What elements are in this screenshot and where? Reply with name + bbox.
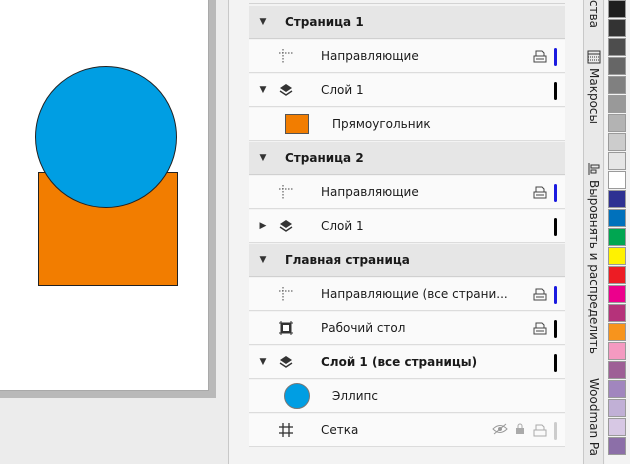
- palette-swatch[interactable]: [608, 38, 626, 56]
- expand-toggle[interactable]: ▶: [257, 221, 269, 231]
- tab-properties[interactable]: ства: [584, 0, 604, 38]
- rectangle-thumbnail: [285, 114, 309, 134]
- printer-icon[interactable]: [532, 50, 548, 64]
- palette-swatch[interactable]: [608, 304, 626, 322]
- palette-swatch[interactable]: [608, 190, 626, 208]
- palette-swatch[interactable]: [608, 437, 626, 455]
- docker-tabs: ства Макросы Выровнять и распределить Wo…: [583, 0, 604, 464]
- palette-swatch[interactable]: [608, 133, 626, 151]
- drawing-page[interactable]: [0, 0, 209, 391]
- tab-label: ства: [587, 0, 601, 29]
- row-label: Главная страница: [285, 253, 410, 267]
- tree-row-layer-1[interactable]: ▶ Слой 1: [249, 210, 565, 243]
- layer-color-bar[interactable]: [554, 217, 557, 236]
- desktop-icon: [277, 319, 295, 337]
- expand-toggle[interactable]: ▼: [257, 17, 269, 27]
- palette-swatch[interactable]: [608, 342, 626, 360]
- layers-icon: [277, 81, 295, 99]
- palette-swatch[interactable]: [608, 76, 626, 94]
- guides-icon: [277, 47, 295, 65]
- row-label: Слой 1: [321, 83, 364, 97]
- tab-label: Макросы: [587, 68, 601, 124]
- layer-color-bar[interactable]: [554, 319, 557, 338]
- tab-woodman[interactable]: Woodman Pa: [584, 378, 604, 464]
- palette-swatch[interactable]: [608, 95, 626, 113]
- expand-toggle[interactable]: ▼: [257, 357, 269, 367]
- row-label: Рабочий стол: [321, 321, 406, 335]
- align-icon: [587, 162, 601, 176]
- palette-swatch[interactable]: [608, 399, 626, 417]
- object-manager-panel: ▼ Страница 1 Направляющие ▼ Слой 1 Прямо…: [229, 0, 583, 464]
- palette-swatch[interactable]: [608, 266, 626, 284]
- tree-row-ellipse[interactable]: Эллипс: [249, 380, 565, 413]
- layer-color-bar[interactable]: [554, 421, 557, 440]
- palette-swatch[interactable]: [608, 247, 626, 265]
- drawing-canvas[interactable]: [0, 0, 228, 464]
- expand-toggle[interactable]: ▼: [257, 255, 269, 265]
- tab-macros[interactable]: Макросы: [584, 50, 604, 160]
- palette-swatch[interactable]: [608, 152, 626, 170]
- row-label: Сетка: [321, 423, 359, 437]
- palette-swatch[interactable]: [608, 57, 626, 75]
- tree-row-guides[interactable]: Направляющие: [249, 176, 565, 209]
- tab-label: Woodman Pa: [587, 378, 601, 456]
- row-label: Направляющие: [321, 185, 419, 199]
- palette-swatch[interactable]: [608, 209, 626, 227]
- layer-color-bar[interactable]: [554, 183, 557, 202]
- color-palette: [605, 0, 630, 464]
- tab-label: Выровнять и распределить: [587, 180, 601, 354]
- row-label: Направляющие (все страни...: [321, 287, 508, 301]
- tree-row-guides-all-pages[interactable]: Направляющие (все страни...: [249, 278, 565, 311]
- tree-row-layer-all-pages[interactable]: ▼ Слой 1 (все страницы): [249, 346, 565, 379]
- tree-row-master-page[interactable]: ▼ Главная страница: [249, 244, 565, 277]
- printer-icon[interactable]: [532, 288, 548, 302]
- guides-icon: [277, 285, 295, 303]
- palette-swatch[interactable]: [608, 228, 626, 246]
- layer-color-bar[interactable]: [554, 285, 557, 304]
- row-label: Прямоугольник: [332, 117, 431, 131]
- palette-swatch[interactable]: [608, 19, 626, 37]
- tree-row-page-2[interactable]: ▼ Страница 2: [249, 142, 565, 175]
- panel-scrollbar[interactable]: [569, 0, 581, 464]
- tree-row-grid[interactable]: Сетка: [249, 414, 565, 447]
- palette-swatch[interactable]: [608, 380, 626, 398]
- lock-icon[interactable]: [514, 423, 526, 438]
- palette-swatch[interactable]: [608, 361, 626, 379]
- macros-icon: [587, 50, 601, 64]
- palette-swatch[interactable]: [608, 418, 626, 436]
- ellipse-shape[interactable]: [35, 66, 177, 208]
- tree-row-guides[interactable]: Направляющие: [249, 40, 565, 73]
- guides-icon: [277, 183, 295, 201]
- row-label: Слой 1 (все страницы): [321, 355, 478, 369]
- tree-row-layer-1[interactable]: ▼ Слой 1: [249, 74, 565, 107]
- tree-row-page-1[interactable]: ▼ Страница 1: [249, 6, 565, 39]
- row-label: Эллипс: [332, 389, 378, 403]
- tree-row-rectangle[interactable]: Прямоугольник: [249, 108, 565, 141]
- printer-icon[interactable]: [532, 424, 548, 438]
- tab-align-distribute[interactable]: Выровнять и распределить: [584, 162, 604, 372]
- printer-icon[interactable]: [532, 186, 548, 200]
- palette-swatch[interactable]: [608, 114, 626, 132]
- palette-swatch[interactable]: [608, 171, 626, 189]
- layer-color-bar[interactable]: [554, 353, 557, 372]
- row-label: Страница 1: [285, 15, 364, 29]
- layers-icon: [277, 353, 295, 371]
- layer-color-bar[interactable]: [554, 81, 557, 100]
- palette-swatch[interactable]: [608, 0, 626, 18]
- palette-swatch[interactable]: [608, 323, 626, 341]
- row-label: Страница 2: [285, 151, 364, 165]
- row-label: Направляющие: [321, 49, 419, 63]
- tree-row-desktop[interactable]: Рабочий стол: [249, 312, 565, 345]
- grid-icon: [277, 421, 295, 439]
- layer-color-bar[interactable]: [554, 47, 557, 66]
- palette-swatch[interactable]: [608, 285, 626, 303]
- eye-hidden-icon[interactable]: [492, 423, 508, 438]
- row-label: Слой 1: [321, 219, 364, 233]
- expand-toggle[interactable]: ▼: [257, 85, 269, 95]
- layers-icon: [277, 217, 295, 235]
- ellipse-thumbnail: [284, 383, 310, 409]
- object-tree: ▼ Страница 1 Направляющие ▼ Слой 1 Прямо…: [249, 0, 565, 464]
- expand-toggle[interactable]: ▼: [257, 153, 269, 163]
- printer-icon[interactable]: [532, 322, 548, 336]
